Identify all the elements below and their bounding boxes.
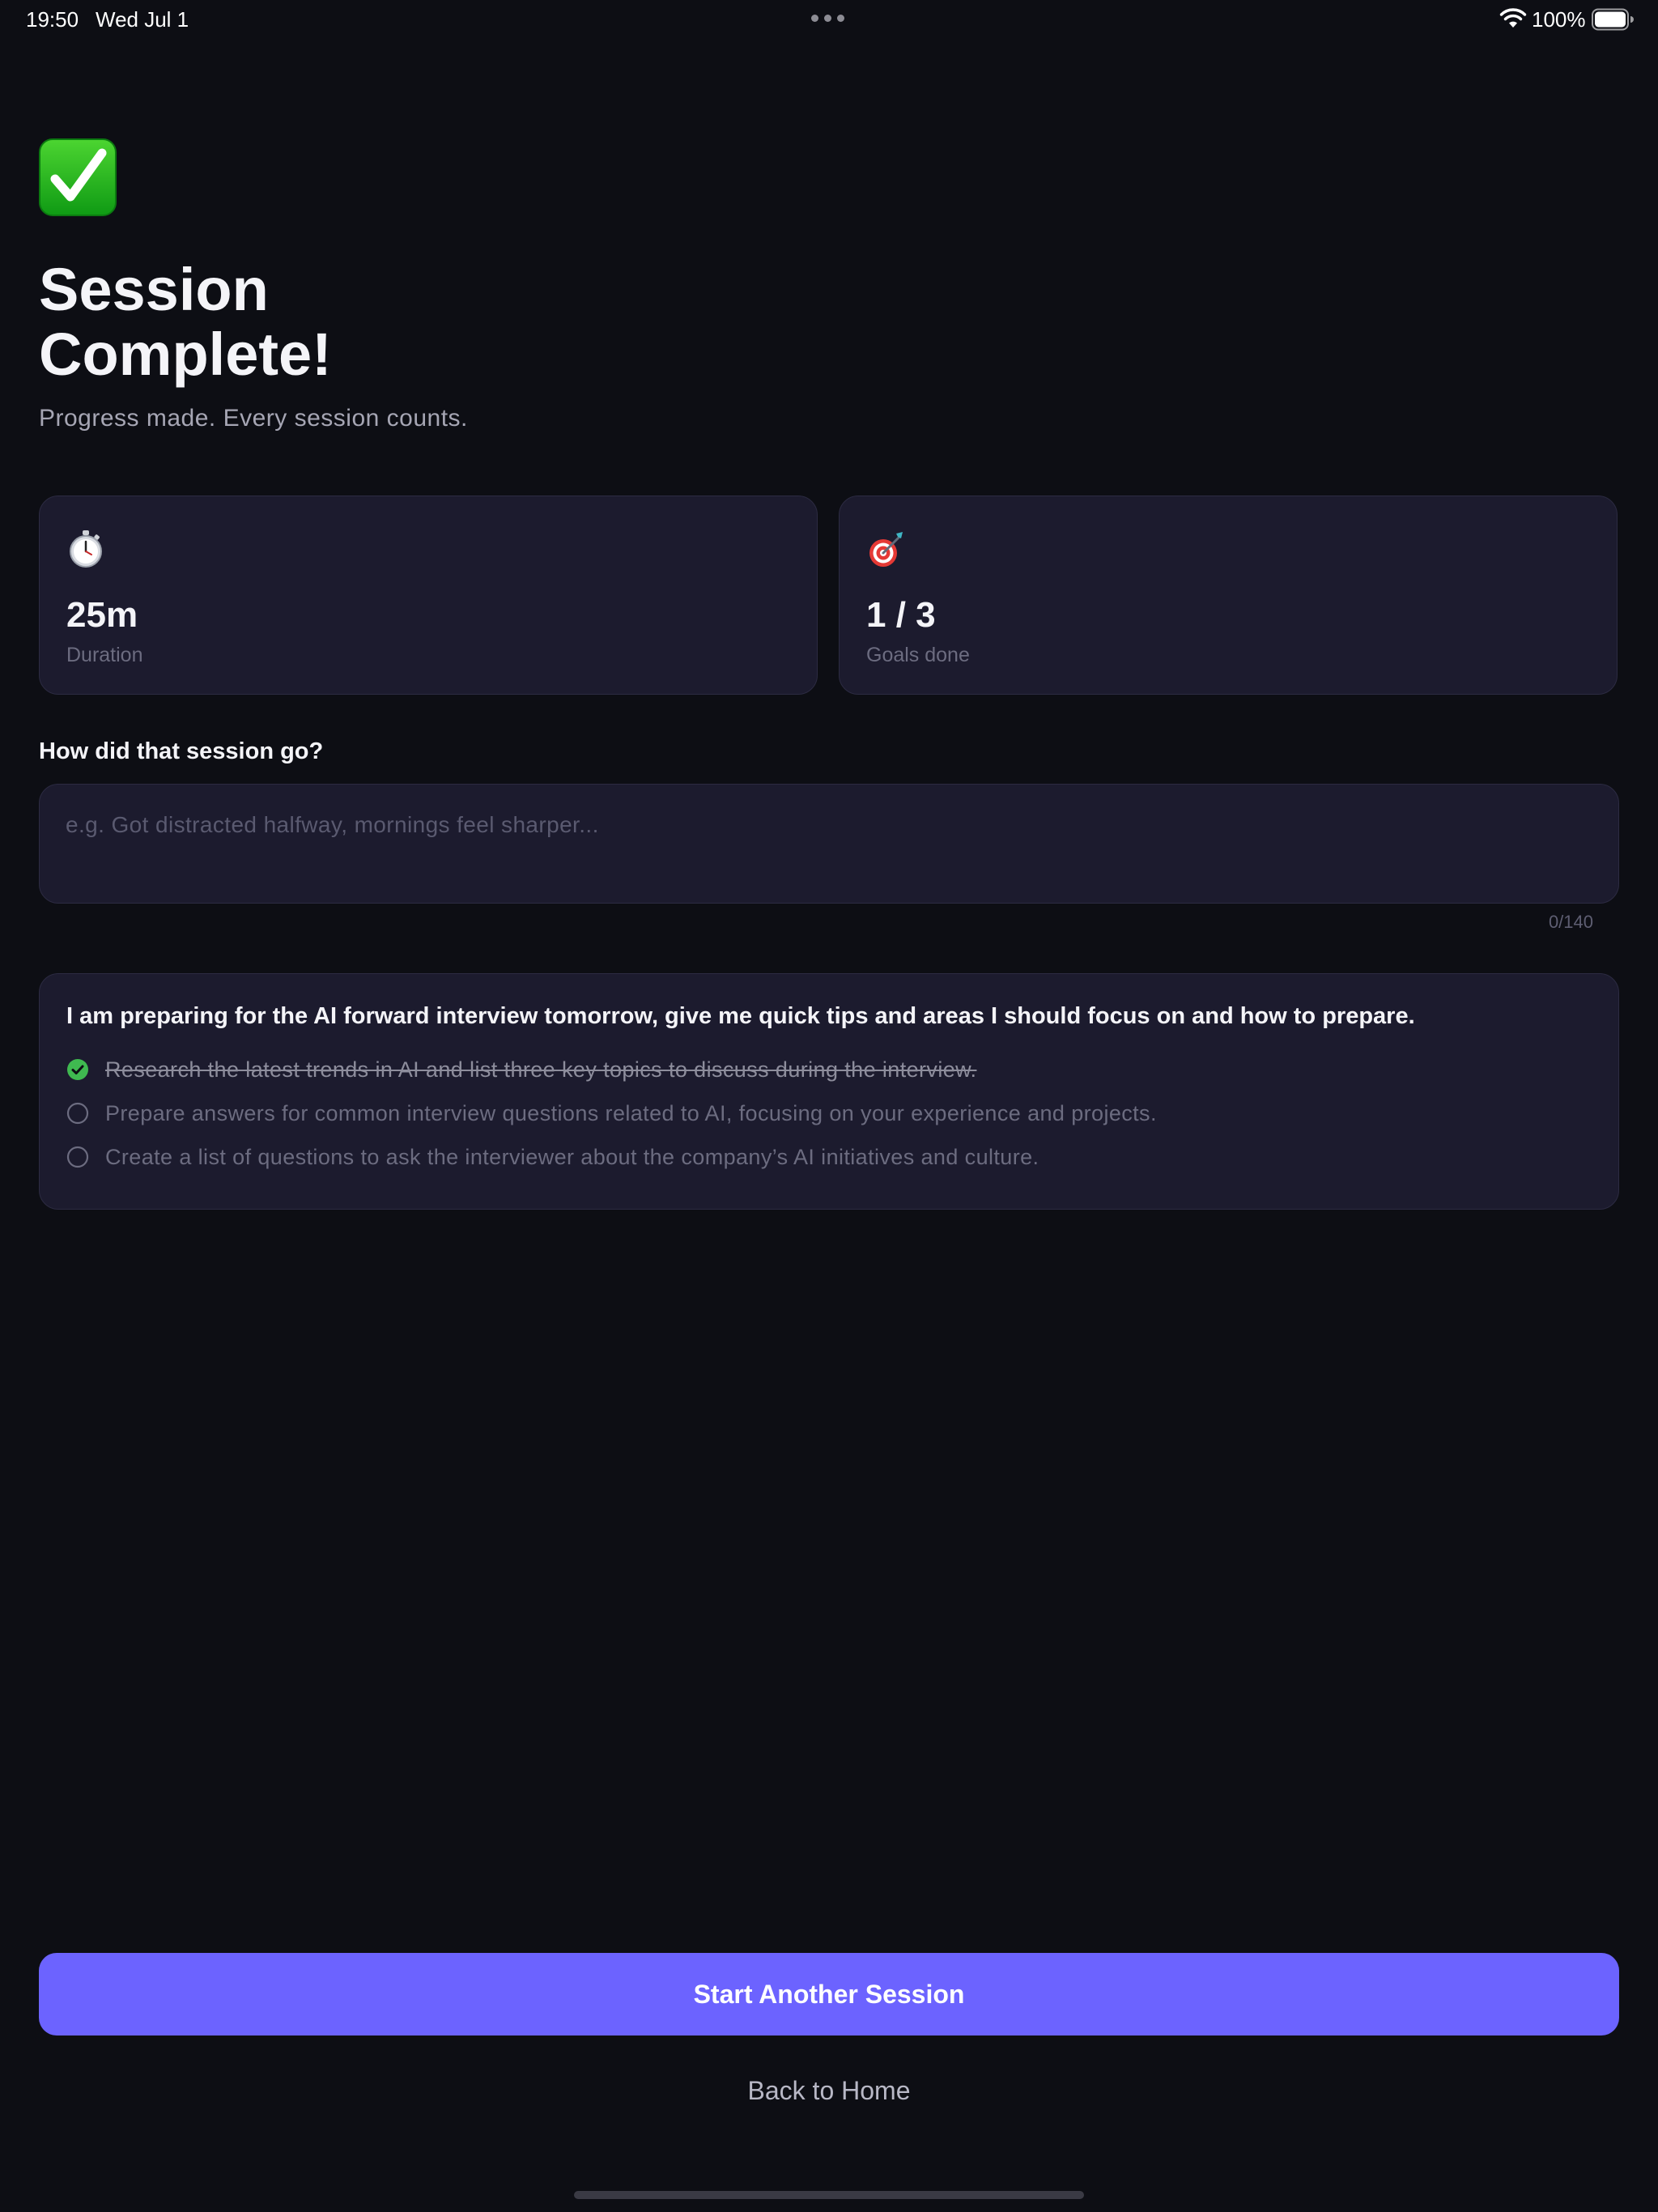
feedback-textarea[interactable] (39, 784, 1619, 904)
goals-done-value: 1 / 3 (866, 595, 936, 635)
goal-text: Prepare answers for common interview que… (105, 1100, 1157, 1125)
stopwatch-icon (70, 530, 102, 568)
goal-item[interactable]: Prepare answers for common interview que… (66, 1099, 1157, 1128)
goal-text: Create a list of questions to ask the in… (105, 1144, 1039, 1169)
empty-circle-icon[interactable] (66, 1102, 89, 1125)
duration-value: 25m (66, 595, 138, 635)
checked-circle-icon[interactable] (66, 1058, 89, 1081)
status-date: Wed Jul 1 (96, 7, 189, 32)
goal-item[interactable]: Create a list of questions to ask the in… (66, 1142, 1039, 1172)
start-another-session-button[interactable]: Start Another Session (39, 1953, 1619, 2035)
empty-circle-icon[interactable] (66, 1146, 89, 1168)
goal-item[interactable]: Research the latest trends in AI and lis… (66, 1055, 976, 1084)
page-subtitle: Progress made. Every session counts. (39, 405, 468, 432)
goals-done-label: Goals done (866, 644, 970, 666)
target-icon (869, 532, 903, 567)
session-intention-title: I am preparing for the AI forward interv… (66, 1003, 1415, 1029)
goals-card: I am preparing for the AI forward interv… (39, 973, 1619, 1210)
status-time: 19:50 (26, 7, 79, 32)
home-indicator[interactable] (574, 2191, 1084, 2199)
multitasking-dots-icon[interactable] (811, 15, 844, 22)
goal-text: Research the latest trends in AI and lis… (105, 1057, 977, 1082)
page-title: Session Complete! (39, 256, 332, 388)
check-mark-button-icon (39, 138, 117, 216)
character-counter: 0/140 (1548, 912, 1593, 932)
status-bar: 19:50 Wed Jul 1 100% (0, 0, 1658, 39)
duration-label: Duration (66, 644, 143, 666)
battery-percentage: 100% (1532, 7, 1586, 32)
back-to-home-link[interactable]: Back to Home (0, 2076, 1658, 2106)
wifi-icon (1499, 8, 1527, 28)
goals-stat-card: 1 / 3 Goals done (839, 496, 1618, 695)
battery-icon (1592, 8, 1634, 31)
feedback-question: How did that session go? (39, 738, 324, 764)
duration-stat-card: 25m Duration (39, 496, 818, 695)
